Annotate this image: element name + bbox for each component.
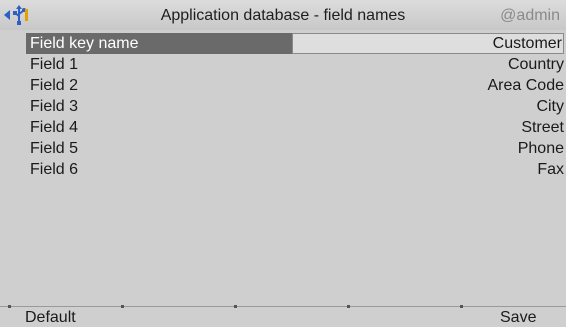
field-value: Street	[521, 119, 564, 136]
field-row-key-name[interactable]: Field key name ABC Customer	[26, 33, 564, 54]
softkey-divider	[347, 305, 350, 308]
field-value-input[interactable]: Customer	[292, 33, 564, 54]
field-row-2[interactable]: Field 2 Area Code	[26, 75, 564, 96]
field-list: Field key name ABC Customer Field 1 Coun…	[0, 30, 566, 306]
field-value: Customer	[492, 35, 562, 52]
field-name: Field 3	[30, 98, 79, 115]
page-title: Application database - field names	[160, 7, 406, 24]
field-value: City	[536, 98, 564, 115]
default-button[interactable]: Default	[25, 309, 76, 327]
softkey-divider	[8, 305, 11, 308]
field-value: Phone	[517, 140, 564, 157]
softkey-divider	[460, 305, 463, 308]
title-bar: Application database - field names @admi…	[0, 0, 566, 31]
field-value: Fax	[537, 161, 564, 178]
field-row-4[interactable]: Field 4 Street	[26, 117, 564, 138]
user-label: @admin	[500, 7, 560, 24]
field-value: Area Code	[487, 77, 565, 94]
field-row-3[interactable]: Field 3 City	[26, 96, 564, 117]
field-name: Field key name	[30, 35, 139, 52]
field-value: Country	[507, 56, 564, 73]
field-name: Field 2	[30, 77, 79, 94]
softkey-divider	[234, 305, 237, 308]
field-name: Field 5	[30, 140, 79, 157]
save-button[interactable]: Save	[500, 309, 536, 327]
field-row-6[interactable]: Field 6 Fax	[26, 159, 564, 180]
softkey-divider	[121, 305, 124, 308]
field-name: Field 4	[30, 119, 79, 136]
field-name: Field 6	[30, 161, 79, 178]
field-name-cell: Field key name	[26, 33, 292, 54]
field-row-1[interactable]: Field 1 Country	[26, 54, 564, 75]
field-name: Field 1	[30, 56, 79, 73]
field-row-5[interactable]: Field 5 Phone	[26, 138, 564, 159]
softkey-bar: Default Save	[0, 305, 566, 327]
